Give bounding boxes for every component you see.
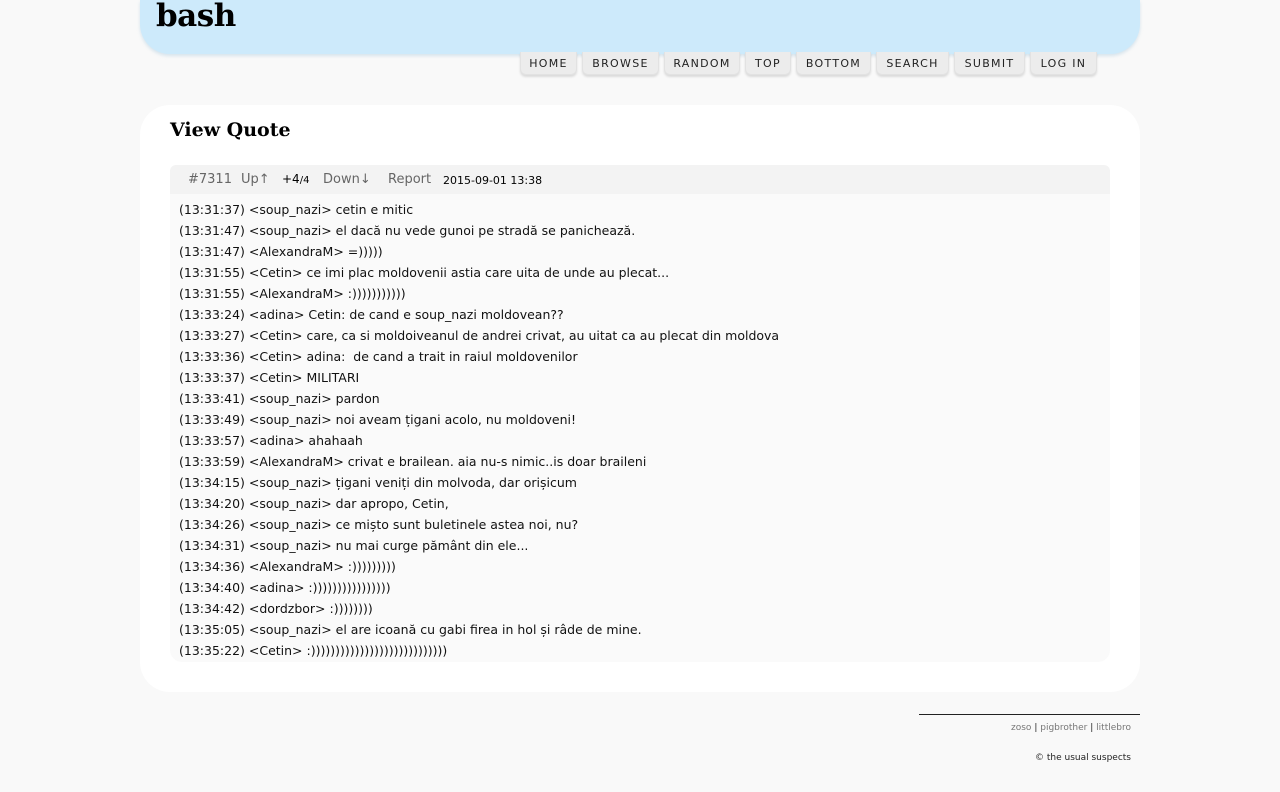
nav-random-button[interactable]: RANDOM [664, 52, 740, 75]
report-link[interactable]: Report [388, 165, 431, 194]
quote-line: (13:34:42) <dordzbor> :)))))))) [179, 601, 373, 616]
vote-down-link[interactable]: Down↓ [323, 165, 371, 194]
quote-line: (13:31:37) <soup_nazi> cetin e mitic [179, 202, 414, 217]
footer-link-pigbrother[interactable]: pigbrother [1040, 723, 1087, 733]
footer-link-zoso[interactable]: zoso [1011, 723, 1031, 733]
quote-header: #7311 Up↑ +4/4 Down↓ Report 2015-09-01 1… [170, 165, 1110, 194]
quote-line: (13:34:15) <soup_nazi> țigani veniți din… [179, 475, 577, 490]
quote-line: (13:33:37) <Cetin> MILITARI [179, 370, 360, 385]
quote-line: (13:35:22) <Cetin> :))))))))))))))))))))… [179, 643, 448, 658]
site-header: bash [140, 0, 1140, 54]
quote-line: (13:31:55) <Cetin> ce imi plac moldoveni… [179, 265, 670, 280]
quote-lines: (13:31:37) <soup_nazi> cetin e mitic (13:… [179, 199, 779, 661]
quote-line: (13:33:27) <Cetin> care, ca si moldoivea… [179, 328, 780, 343]
nav-home-button[interactable]: HOME [520, 52, 577, 75]
vote-up-link[interactable]: Up↑ [241, 165, 270, 194]
quote-line: (13:33:59) <AlexandraM> crivat e brailea… [179, 454, 647, 469]
quote-line: (13:31:47) <soup_nazi> el dacă nu vede g… [179, 223, 636, 238]
score-value: +4 [282, 172, 300, 186]
site-title[interactable]: bash [156, 0, 236, 34]
page-title: View Quote [170, 119, 291, 141]
quote-line: (13:34:36) <AlexandraM> :))))))))) [179, 559, 396, 574]
quote-line: (13:34:26) <soup_nazi> ce mișto sunt bul… [179, 517, 579, 532]
nav-top-button[interactable]: TOP [745, 52, 791, 75]
nav-bottom-button[interactable]: BOTTOM [796, 52, 871, 75]
nav-login-button[interactable]: LOG IN [1030, 52, 1097, 75]
footer: zoso | pigbrother | littlebro © the usua… [919, 714, 1140, 763]
quote-id-link[interactable]: #7311 [188, 165, 232, 194]
main-content: View Quote #7311 Up↑ +4/4 Down↓ Report 2… [140, 105, 1140, 692]
quote-line: (13:33:36) <Cetin> adina: de cand a trai… [179, 349, 578, 364]
quote-line: (13:31:55) <AlexandraM> :))))))))))) [179, 286, 406, 301]
copyright: © the usual suspects [1035, 753, 1131, 763]
nav-submit-button[interactable]: SUBMIT [954, 52, 1025, 75]
quote-line: (13:35:05) <soup_nazi> el are icoană cu … [179, 622, 642, 637]
vote-count: 4 [303, 175, 310, 186]
quote-line: (13:31:47) <AlexandraM> =))))) [179, 244, 383, 259]
footer-link-littlebro[interactable]: littlebro [1096, 723, 1131, 733]
footer-separator: | [1034, 723, 1038, 733]
footer-separator: | [1090, 723, 1094, 733]
quote-score: +4/4 [282, 165, 309, 195]
quote-line: (13:33:57) <adina> ahahaah [179, 433, 363, 448]
nav-search-button[interactable]: SEARCH [876, 52, 949, 75]
nav-browse-button[interactable]: BROWSE [582, 52, 659, 75]
quote-line: (13:33:49) <soup_nazi> noi aveam țigani … [179, 412, 577, 427]
quote-body: (13:31:37) <soup_nazi> cetin e mitic (13:… [170, 194, 1110, 662]
quote-line: (13:34:31) <soup_nazi> nu mai curge pămâ… [179, 538, 529, 553]
quote-line: (13:33:41) <soup_nazi> pardon [179, 391, 380, 406]
quote-line: (13:34:40) <adina> :)))))))))))))))) [179, 580, 391, 595]
quote-line: (13:34:20) <soup_nazi> dar apropo, Cetin… [179, 496, 449, 511]
quote-line: (13:33:24) <adina> Cetin: de cand e soup… [179, 307, 564, 322]
footer-links: zoso | pigbrother | littlebro [1011, 723, 1131, 733]
quote-date: 2015-09-01 13:38 [443, 174, 543, 187]
